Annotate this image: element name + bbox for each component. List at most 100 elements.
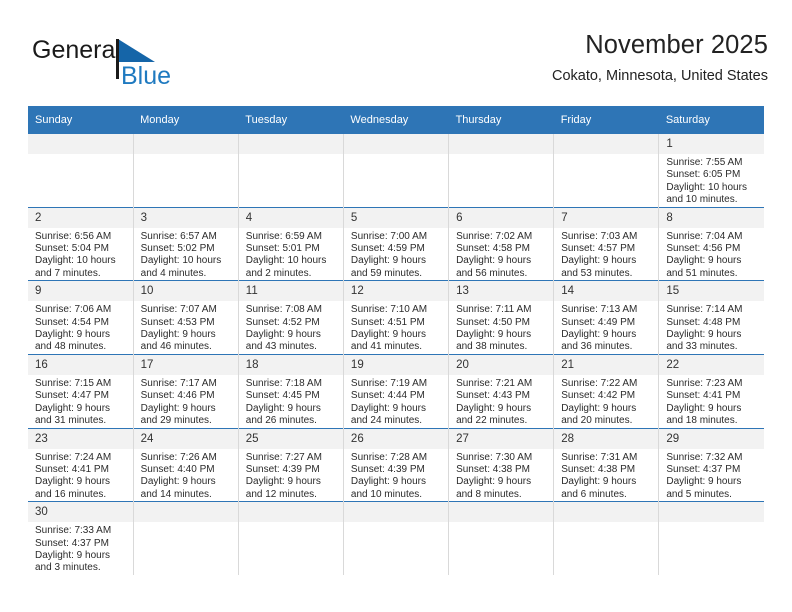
day-sun-info: Sunrise: 7:14 AM Sunset: 4:48 PM Daylight:…	[659, 301, 764, 354]
calendar-week-row: 23 Sunrise: 7:24 AM Sunset: 4:41 PM Dayligh…	[28, 427, 764, 502]
calendar-day-cell[interactable]: 6 Sunrise: 7:02 AM Sunset: 4:58 PM Daylight…	[448, 206, 555, 281]
daylight-duration-line1: Daylight: 9 hours	[245, 476, 321, 488]
calendar-page: General Blue November 2025 Cokato, Minne…	[0, 0, 792, 612]
calendar-day-cell[interactable]: 1 Sunrise: 7:55 AM Sunset: 6:05 PM Daylight…	[658, 134, 764, 208]
day-number: 29	[659, 428, 764, 449]
sunrise-time: Sunrise: 7:04 AM	[666, 230, 743, 242]
day-sun-info: Sunrise: 7:07 AM Sunset: 4:53 PM Daylight:…	[134, 301, 238, 354]
sunrise-time: Sunrise: 7:18 AM	[245, 377, 322, 389]
brand-logo[interactable]: General Blue	[32, 34, 232, 94]
calendar-day-cell[interactable]: 16 Sunrise: 7:15 AM Sunset: 4:47 PM Dayligh…	[28, 353, 134, 428]
sunset-time: Sunset: 5:01 PM	[245, 243, 320, 255]
calendar-day-cell[interactable]: 21 Sunrise: 7:22 AM Sunset: 4:42 PM Dayligh…	[553, 353, 660, 428]
daylight-duration-line2: and 51 minutes.	[666, 267, 738, 279]
day-number: 16	[28, 354, 133, 375]
day-number	[238, 134, 343, 154]
sunset-time: Sunset: 4:39 PM	[245, 463, 320, 475]
day-number	[554, 134, 659, 154]
sunrise-time: Sunrise: 7:22 AM	[561, 377, 638, 389]
day-sun-info: Sunrise: 7:27 AM Sunset: 4:39 PM Daylight:…	[239, 449, 343, 502]
sunrise-time: Sunrise: 7:14 AM	[666, 304, 743, 316]
calendar-day-cell[interactable]: 24 Sunrise: 7:26 AM Sunset: 4:40 PM Dayligh…	[133, 427, 239, 502]
calendar-week-row: 9 Sunrise: 7:06 AM Sunset: 4:54 PM Daylight…	[28, 280, 764, 355]
daylight-duration-line2: and 36 minutes.	[561, 341, 633, 353]
weekday-header-friday: Friday	[553, 106, 659, 134]
daylight-duration-line2: and 10 minutes.	[350, 488, 423, 500]
calendar-day-cell[interactable]: 4 Sunrise: 6:59 AM Sunset: 5:01 PM Daylight…	[238, 206, 344, 281]
daylight-duration-line1: Daylight: 10 hours	[140, 255, 222, 267]
calendar-day-cell[interactable]: 18 Sunrise: 7:18 AM Sunset: 4:45 PM Dayligh…	[238, 353, 344, 428]
calendar-cell-empty	[553, 501, 660, 575]
calendar-day-cell[interactable]: 15 Sunrise: 7:14 AM Sunset: 4:48 PM Dayligh…	[658, 280, 764, 355]
calendar-day-cell[interactable]: 10 Sunrise: 7:07 AM Sunset: 4:53 PM Dayligh…	[133, 280, 239, 355]
day-number: 13	[449, 281, 554, 302]
calendar-day-cell[interactable]: 3 Sunrise: 6:57 AM Sunset: 5:02 PM Daylight…	[133, 206, 239, 281]
daylight-duration-line2: and 4 minutes.	[140, 267, 207, 279]
daylight-duration-line2: and 43 minutes.	[245, 341, 317, 353]
calendar-day-cell[interactable]: 19 Sunrise: 7:19 AM Sunset: 4:44 PM Dayligh…	[343, 353, 450, 428]
sunrise-time: Sunrise: 7:08 AM	[245, 304, 322, 316]
calendar-day-cell[interactable]: 28 Sunrise: 7:31 AM Sunset: 4:38 PM Dayligh…	[553, 427, 660, 502]
sunset-time: Sunset: 4:51 PM	[350, 316, 425, 328]
calendar-day-cell[interactable]: 23 Sunrise: 7:24 AM Sunset: 4:41 PM Dayligh…	[28, 427, 134, 502]
calendar-day-cell[interactable]: 5 Sunrise: 7:00 AM Sunset: 4:59 PM Daylight…	[343, 206, 450, 281]
day-sun-info: Sunrise: 7:22 AM Sunset: 4:42 PM Daylight:…	[554, 375, 658, 428]
day-number: 6	[449, 207, 554, 228]
sunrise-time: Sunrise: 7:32 AM	[666, 451, 743, 463]
sunrise-time: Sunrise: 7:26 AM	[140, 451, 217, 463]
weekday-header-sunday: Sunday	[28, 106, 134, 134]
sunset-time: Sunset: 4:53 PM	[140, 316, 215, 328]
calendar-day-cell[interactable]: 20 Sunrise: 7:21 AM Sunset: 4:43 PM Dayligh…	[448, 353, 555, 428]
calendar-day-cell[interactable]: 12 Sunrise: 7:10 AM Sunset: 4:51 PM Dayligh…	[343, 280, 450, 355]
calendar-day-cell[interactable]: 9 Sunrise: 7:06 AM Sunset: 4:54 PM Daylight…	[28, 280, 134, 355]
calendar-day-cell[interactable]: 22 Sunrise: 7:23 AM Sunset: 4:41 PM Dayligh…	[658, 353, 764, 428]
calendar-day-cell[interactable]: 2 Sunrise: 6:56 AM Sunset: 5:04 PM Daylight…	[28, 206, 134, 281]
day-sun-info: Sunrise: 7:10 AM Sunset: 4:51 PM Daylight:…	[344, 301, 448, 354]
day-sun-info: Sunrise: 7:04 AM Sunset: 4:56 PM Daylight:…	[659, 228, 764, 281]
sunrise-time: Sunrise: 7:24 AM	[35, 451, 112, 463]
daylight-duration-line1: Daylight: 9 hours	[35, 549, 111, 561]
sunrise-time: Sunrise: 7:28 AM	[350, 451, 428, 463]
weekday-header-wednesday: Wednesday	[343, 106, 449, 134]
sunrise-time: Sunrise: 6:56 AM	[35, 230, 112, 242]
sunrise-time: Sunrise: 6:59 AM	[245, 230, 322, 242]
day-number: 30	[28, 502, 133, 523]
calendar-week-row: 30 Sunrise: 7:33 AM Sunset: 4:37 PM Dayligh…	[28, 501, 764, 575]
calendar-day-cell[interactable]: 13 Sunrise: 7:11 AM Sunset: 4:50 PM Dayligh…	[448, 280, 555, 355]
day-sun-info: Sunrise: 7:03 AM Sunset: 4:57 PM Daylight:…	[554, 228, 658, 281]
sunset-time: Sunset: 4:37 PM	[35, 537, 109, 549]
day-number: 14	[554, 281, 659, 302]
calendar-day-cell[interactable]: 26 Sunrise: 7:28 AM Sunset: 4:39 PM Dayligh…	[343, 427, 450, 502]
calendar-day-cell[interactable]: 17 Sunrise: 7:17 AM Sunset: 4:46 PM Dayligh…	[133, 353, 239, 428]
day-number: 7	[554, 207, 659, 228]
daylight-duration-line1: Daylight: 9 hours	[561, 402, 637, 414]
calendar-day-cell[interactable]: 11 Sunrise: 7:08 AM Sunset: 4:52 PM Dayligh…	[238, 280, 344, 355]
day-sun-info: Sunrise: 7:31 AM Sunset: 4:38 PM Daylight:…	[554, 449, 658, 502]
title-block: November 2025 Cokato, Minnesota, United …	[552, 30, 768, 85]
daylight-duration-line2: and 53 minutes.	[561, 267, 633, 279]
day-number: 19	[343, 354, 449, 375]
sunset-time: Sunset: 4:46 PM	[140, 390, 215, 402]
calendar-day-cell[interactable]: 14 Sunrise: 7:13 AM Sunset: 4:49 PM Dayligh…	[553, 280, 660, 355]
sunrise-time: Sunrise: 7:23 AM	[666, 377, 743, 389]
calendar-day-cell[interactable]: 29 Sunrise: 7:32 AM Sunset: 4:37 PM Dayligh…	[658, 427, 764, 502]
day-sun-info: Sunrise: 7:18 AM Sunset: 4:45 PM Daylight:…	[239, 375, 343, 428]
sunset-time: Sunset: 4:57 PM	[561, 243, 636, 255]
day-sun-info: Sunrise: 7:17 AM Sunset: 4:46 PM Daylight:…	[134, 375, 238, 428]
daylight-duration-line2: and 29 minutes.	[140, 415, 212, 427]
calendar-day-cell[interactable]: 25 Sunrise: 7:27 AM Sunset: 4:39 PM Dayligh…	[238, 427, 344, 502]
calendar-day-cell[interactable]: 8 Sunrise: 7:04 AM Sunset: 4:56 PM Daylight…	[658, 206, 764, 281]
day-number: 18	[238, 354, 343, 375]
daylight-duration-line1: Daylight: 9 hours	[35, 329, 111, 341]
calendar-day-cell[interactable]: 30 Sunrise: 7:33 AM Sunset: 4:37 PM Dayligh…	[28, 501, 134, 575]
calendar-day-cell[interactable]: 27 Sunrise: 7:30 AM Sunset: 4:38 PM Dayligh…	[448, 427, 555, 502]
calendar-day-cell[interactable]: 7 Sunrise: 7:03 AM Sunset: 4:57 PM Daylight…	[553, 206, 660, 281]
sunrise-time: Sunrise: 7:10 AM	[350, 304, 428, 316]
sunset-time: Sunset: 6:05 PM	[666, 169, 741, 181]
weekday-header-saturday: Saturday	[658, 106, 764, 134]
calendar-cell-empty	[448, 501, 555, 575]
daylight-duration-line1: Daylight: 9 hours	[561, 476, 637, 488]
day-number: 4	[238, 207, 343, 228]
daylight-duration-line2: and 31 minutes.	[35, 415, 107, 427]
daylight-duration-line1: Daylight: 9 hours	[456, 329, 532, 341]
